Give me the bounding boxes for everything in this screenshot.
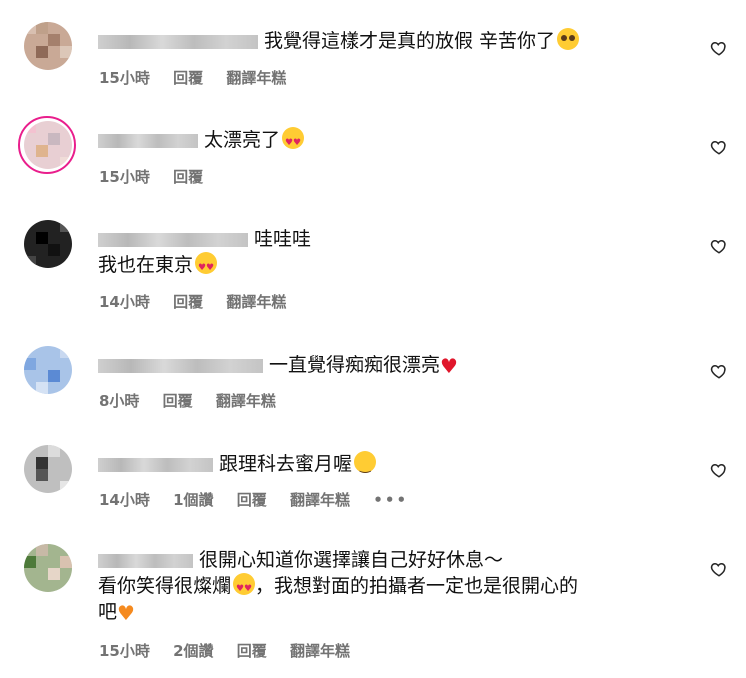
translate-button[interactable]: 翻譯年糕 bbox=[290, 642, 350, 660]
username[interactable] bbox=[98, 553, 193, 568]
avatar[interactable] bbox=[24, 544, 72, 592]
comment-text: 跟理科去蜜月喔 bbox=[98, 451, 676, 480]
heart-eyes-emoji bbox=[233, 573, 256, 602]
avatar[interactable] bbox=[24, 346, 72, 394]
reply-button[interactable]: 回覆 bbox=[173, 69, 203, 87]
translate-button[interactable]: 翻譯年糕 bbox=[290, 491, 350, 509]
comment-meta: 15小時 回覆 bbox=[99, 166, 221, 187]
username[interactable] bbox=[98, 133, 198, 148]
heart-eyes-emoji bbox=[282, 127, 305, 156]
more-options-icon[interactable]: ••• bbox=[373, 491, 408, 509]
username[interactable] bbox=[98, 34, 258, 49]
comment-text: 哇哇哇 我也在東京 bbox=[98, 226, 676, 281]
comment-body-line: ，我想對面的拍攝者一定也是很開心的 bbox=[255, 575, 579, 597]
smirking-face-emoji bbox=[354, 451, 377, 480]
reply-button[interactable]: 回覆 bbox=[237, 491, 267, 509]
comment-body: 太漂亮了 bbox=[204, 129, 281, 151]
timestamp: 15小時 bbox=[99, 642, 150, 660]
comment-body: 跟理科去蜜月喔 bbox=[219, 453, 353, 475]
timestamp: 15小時 bbox=[99, 168, 150, 186]
orange-heart-emoji: ♥ bbox=[117, 601, 135, 625]
like-count[interactable]: 2個讚 bbox=[173, 642, 213, 660]
comment-text: 很開心知道你選擇讓自己好好休息～ 看你笑得很燦爛 ，我想對面的拍攝者一定也是很開心… bbox=[98, 547, 676, 626]
comment-body: 我覺得這樣才是真的放假 辛苦你了 bbox=[264, 30, 556, 52]
heart-eyes-emoji bbox=[195, 252, 218, 281]
pleading-face-emoji bbox=[557, 28, 580, 50]
avatar[interactable] bbox=[24, 121, 72, 169]
comment-body-line: 看你笑得很燦爛 bbox=[98, 575, 232, 597]
comment-body: 很開心知道你選擇讓自己好好休息～ bbox=[199, 549, 504, 571]
timestamp: 14小時 bbox=[99, 293, 150, 311]
comment-text: 我覺得這樣才是真的放假 辛苦你了 bbox=[98, 28, 676, 54]
reply-button[interactable]: 回覆 bbox=[237, 642, 267, 660]
like-count[interactable]: 1個讚 bbox=[173, 491, 213, 509]
comment-meta: 14小時 回覆 翻譯年糕 bbox=[99, 291, 304, 312]
username[interactable] bbox=[98, 232, 248, 247]
red-heart-emoji: ♥ bbox=[440, 354, 458, 378]
comment-body: 一直覺得痴痴很漂亮 bbox=[269, 354, 441, 376]
comment-body: 哇哇哇 bbox=[254, 228, 312, 250]
reply-button[interactable]: 回覆 bbox=[173, 293, 203, 311]
heart-outline-icon[interactable] bbox=[710, 362, 728, 380]
comment-text: 一直覺得痴痴很漂亮♥ bbox=[98, 352, 676, 379]
comment-meta: 14小時 1個讚 回覆 翻譯年糕 ••• bbox=[99, 489, 426, 510]
timestamp: 8小時 bbox=[99, 392, 140, 410]
avatar[interactable] bbox=[24, 445, 72, 493]
translate-button[interactable]: 翻譯年糕 bbox=[226, 69, 286, 87]
heart-outline-icon[interactable] bbox=[710, 138, 728, 156]
comment-meta: 8小時 回覆 翻譯年糕 bbox=[99, 390, 294, 411]
heart-outline-icon[interactable] bbox=[710, 461, 728, 479]
username[interactable] bbox=[98, 457, 213, 472]
comment-body-line: 我也在東京 bbox=[98, 254, 194, 276]
avatar[interactable] bbox=[24, 220, 72, 268]
avatar[interactable] bbox=[24, 22, 72, 70]
comment-text: 太漂亮了 bbox=[98, 127, 676, 156]
timestamp: 14小時 bbox=[99, 491, 150, 509]
heart-outline-icon[interactable] bbox=[710, 560, 728, 578]
heart-outline-icon[interactable] bbox=[710, 39, 728, 57]
comment-meta: 15小時 2個讚 回覆 翻譯年糕 bbox=[99, 640, 368, 661]
username[interactable] bbox=[98, 358, 263, 373]
translate-button[interactable]: 翻譯年糕 bbox=[216, 392, 276, 410]
timestamp: 15小時 bbox=[99, 69, 150, 87]
reply-button[interactable]: 回覆 bbox=[163, 392, 193, 410]
comment-meta: 15小時 回覆 翻譯年糕 bbox=[99, 67, 304, 88]
reply-button[interactable]: 回覆 bbox=[173, 168, 203, 186]
heart-outline-icon[interactable] bbox=[710, 237, 728, 255]
comment-body-line: 吧 bbox=[98, 601, 118, 623]
translate-button[interactable]: 翻譯年糕 bbox=[226, 293, 286, 311]
